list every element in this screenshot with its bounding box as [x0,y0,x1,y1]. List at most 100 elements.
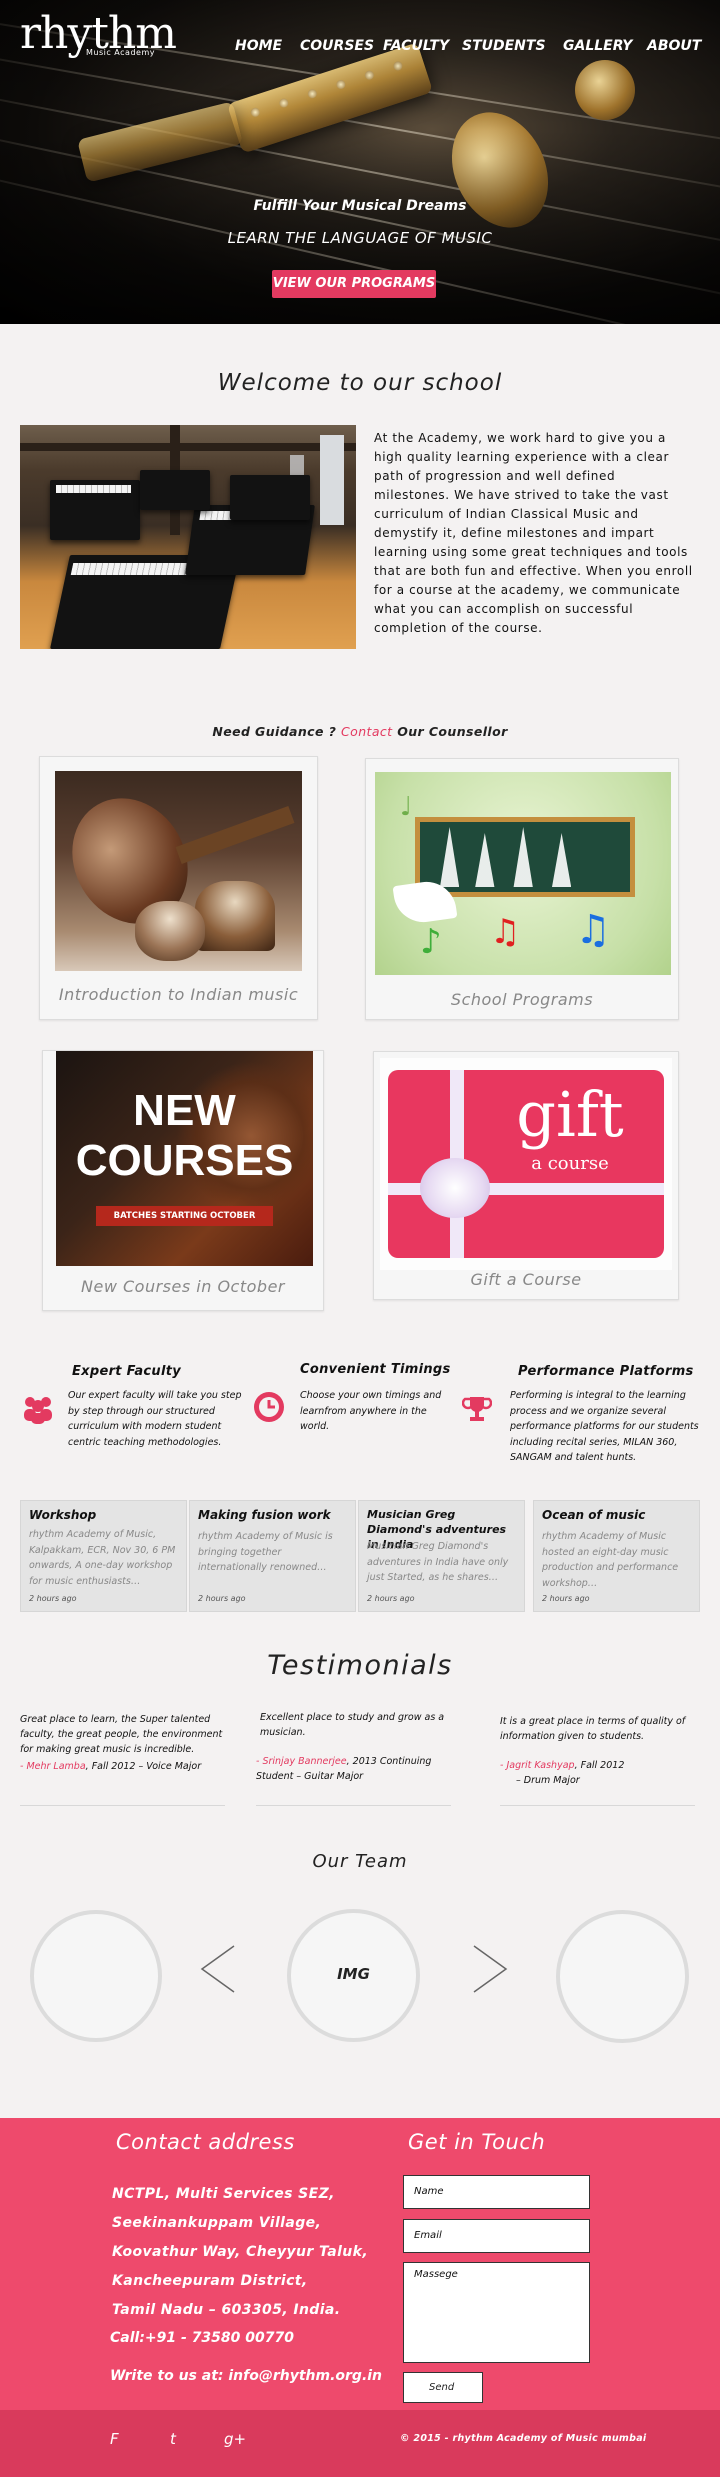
facebook-icon[interactable]: F [110,2430,119,2448]
testimonial-author: - Jagrit Kashyap [500,1760,575,1771]
testimonial: Great place to learn, the Super talented… [20,1712,230,1774]
welcome-title: Welcome to our school [217,370,503,396]
team-member-avatar[interactable]: IMG [287,1909,420,2042]
divider [500,1805,695,1806]
feature-text-performance-platforms: Performing is integral to the learning p… [510,1390,699,1463]
avatar-placeholder-label: IMG [337,1965,370,1983]
get-in-touch-title: Get in Touch [408,2130,546,2154]
address-line: Koovathur Way, Cheyyur Taluk, [112,2244,369,2260]
carousel-prev-icon[interactable] [200,1944,236,1998]
testimonial-quote: It is a great place in terms of quality … [500,1716,686,1742]
card-caption: New Courses in October [81,1277,285,1296]
testimonial-quote: Great place to learn, the Super talented… [20,1714,223,1755]
nav-home[interactable]: HOME [235,38,282,54]
news-body: rhythm Academy of Music, Kalpakkam, ECR,… [29,1529,176,1587]
address-line: NCTPL, Multi Services SEZ, [112,2186,335,2202]
news-title: Workshop [29,1508,97,1522]
testimonial-author: - Mehr Lamba [20,1761,86,1772]
nav-gallery[interactable]: GALLERY [563,38,632,54]
gift-subtitle: a course [531,1153,609,1174]
card-caption: School Programs [450,990,594,1009]
logo[interactable]: rhythm Music Academy [20,12,177,58]
send-button[interactable]: Send [403,2372,483,2403]
feature-text-convenient-timings: Choose your own timings and learnfrom an… [300,1390,442,1432]
poster-title-new: NEW [133,1086,236,1135]
feature-title-expert-faculty: Expert Faculty [72,1364,182,1379]
poster-title-courses: COURSES [75,1136,294,1185]
gift-word: gift [516,1078,624,1151]
news-card[interactable]: Musician Greg Diamond's adventures in In… [358,1500,525,1612]
nav-faculty[interactable]: FACULTY [383,38,449,54]
logo-tagline: Music Academy [86,48,155,57]
welcome-body: At the Academy, we work hard to give you… [374,431,693,635]
course-card-school-programs[interactable]: ♪ ♫ ♫ ♩ School Programs [365,758,679,1020]
tabla-photo [55,771,302,971]
contact-address-title: Contact address [116,2130,295,2154]
testimonial-detail-2: – Drum Major [516,1775,580,1786]
divider [20,1805,225,1806]
course-card-indian-music[interactable]: Introduction to Indian music [39,756,318,1020]
course-card-gift[interactable]: gift a course Gift a Course [373,1051,679,1300]
classroom-photo [20,425,356,649]
news-time: 2 hours ago [367,1594,415,1603]
testimonial-quote: Excellent place to study and grow as a m… [260,1712,445,1738]
new-courses-poster: NEW COURSES BATCHES STARTING OCTOBER [56,1051,313,1266]
view-programs-button[interactable]: VIEW OUR PROGRAMS [272,270,436,298]
guidance-before: Need Guidance ? [212,724,342,739]
news-time: 2 hours ago [542,1594,590,1603]
gift-card-image: gift a course [380,1058,672,1270]
contact-link[interactable]: Contact [341,724,392,739]
address-line: Tamil Nadu – 603305, India. [112,2302,341,2318]
people-icon [22,1394,54,1424]
news-title: Ocean of music [542,1508,646,1522]
news-card[interactable]: Ocean of music rhythm Academy of Music h… [533,1500,700,1612]
testimonial-detail: , Fall 2012 [574,1760,625,1771]
hero-tagline: Fulfill Your Musical Dreams [253,198,467,214]
twitter-icon[interactable]: t [170,2430,176,2448]
nav-courses[interactable]: COURSES [300,38,374,54]
message-field[interactable]: Massege [403,2262,590,2363]
card-caption: Introduction to Indian music [58,985,299,1004]
nav-about[interactable]: ABOUT [647,38,701,54]
team-member-avatar[interactable] [30,1910,162,2042]
news-time: 2 hours ago [198,1594,246,1603]
address-line: Kancheepuram District, [112,2273,308,2289]
testimonials-title: Testimonials [267,1650,453,1681]
testimonial-detail: , Fall 2012 – Voice Major [85,1761,202,1772]
copyright: © 2015 - rhythm Academy of Music mumbai [400,2433,647,2444]
news-time: 2 hours ago [29,1594,77,1603]
hero-banner: rhythm Music Academy HOME COURSES FACULT… [0,0,720,324]
testimonial: It is a great place in terms of quality … [500,1714,700,1788]
news-title: Making fusion work [198,1508,331,1522]
name-field[interactable]: Name [403,2175,590,2209]
news-card[interactable]: Making fusion work rhythm Academy of Mus… [189,1500,356,1612]
feature-title-convenient-timings: Convenient Timings [300,1362,451,1377]
address: NCTPL, Multi Services SEZ, Seekinankuppa… [112,2180,368,2325]
email-field[interactable]: Email [403,2219,590,2253]
news-body: rhythm Academy of Music is bringing toge… [198,1531,333,1573]
testimonial: Excellent place to study and grow as a m… [256,1710,456,1784]
email-contact[interactable]: Write to us at: info@rhythm.org.in [110,2368,382,2384]
trophy-icon [461,1394,493,1424]
poster-subtitle: BATCHES STARTING OCTOBER [96,1206,273,1226]
team-title: Our Team [312,1851,408,1872]
phone-number[interactable]: Call:+91 - 73580 00770 [110,2330,294,2346]
guidance-line: Need Guidance ? Contact Our Counsellor [0,724,720,739]
divider [256,1805,451,1806]
team-member-avatar[interactable] [556,1910,689,2043]
nav-students[interactable]: STUDENTS [462,38,546,54]
news-card[interactable]: Workshop rhythm Academy of Music, Kalpak… [20,1500,187,1612]
hero-headline: LEARN THE LANGUAGE OF MUSIC [227,229,493,247]
card-caption: Gift a Course [470,1270,582,1289]
course-card-new-courses[interactable]: NEW COURSES BATCHES STARTING OCTOBER New… [42,1050,324,1311]
address-line: Seekinankuppam Village, [112,2215,322,2231]
clock-icon [252,1390,286,1424]
news-body: rhythm Academy of Music hosted an eight-… [542,1531,679,1589]
carousel-next-icon[interactable] [472,1944,508,1998]
guidance-after: Our Counsellor [392,724,508,739]
google-plus-icon[interactable]: g+ [224,2430,246,2448]
school-programs-illustration: ♪ ♫ ♫ ♩ [375,772,671,975]
testimonial-author: - Srinjay Bannerjee [256,1756,347,1767]
feature-title-performance-platforms: Performance Platforms [518,1364,694,1379]
news-body: Musician Greg Diamond's adventures in In… [367,1541,509,1583]
